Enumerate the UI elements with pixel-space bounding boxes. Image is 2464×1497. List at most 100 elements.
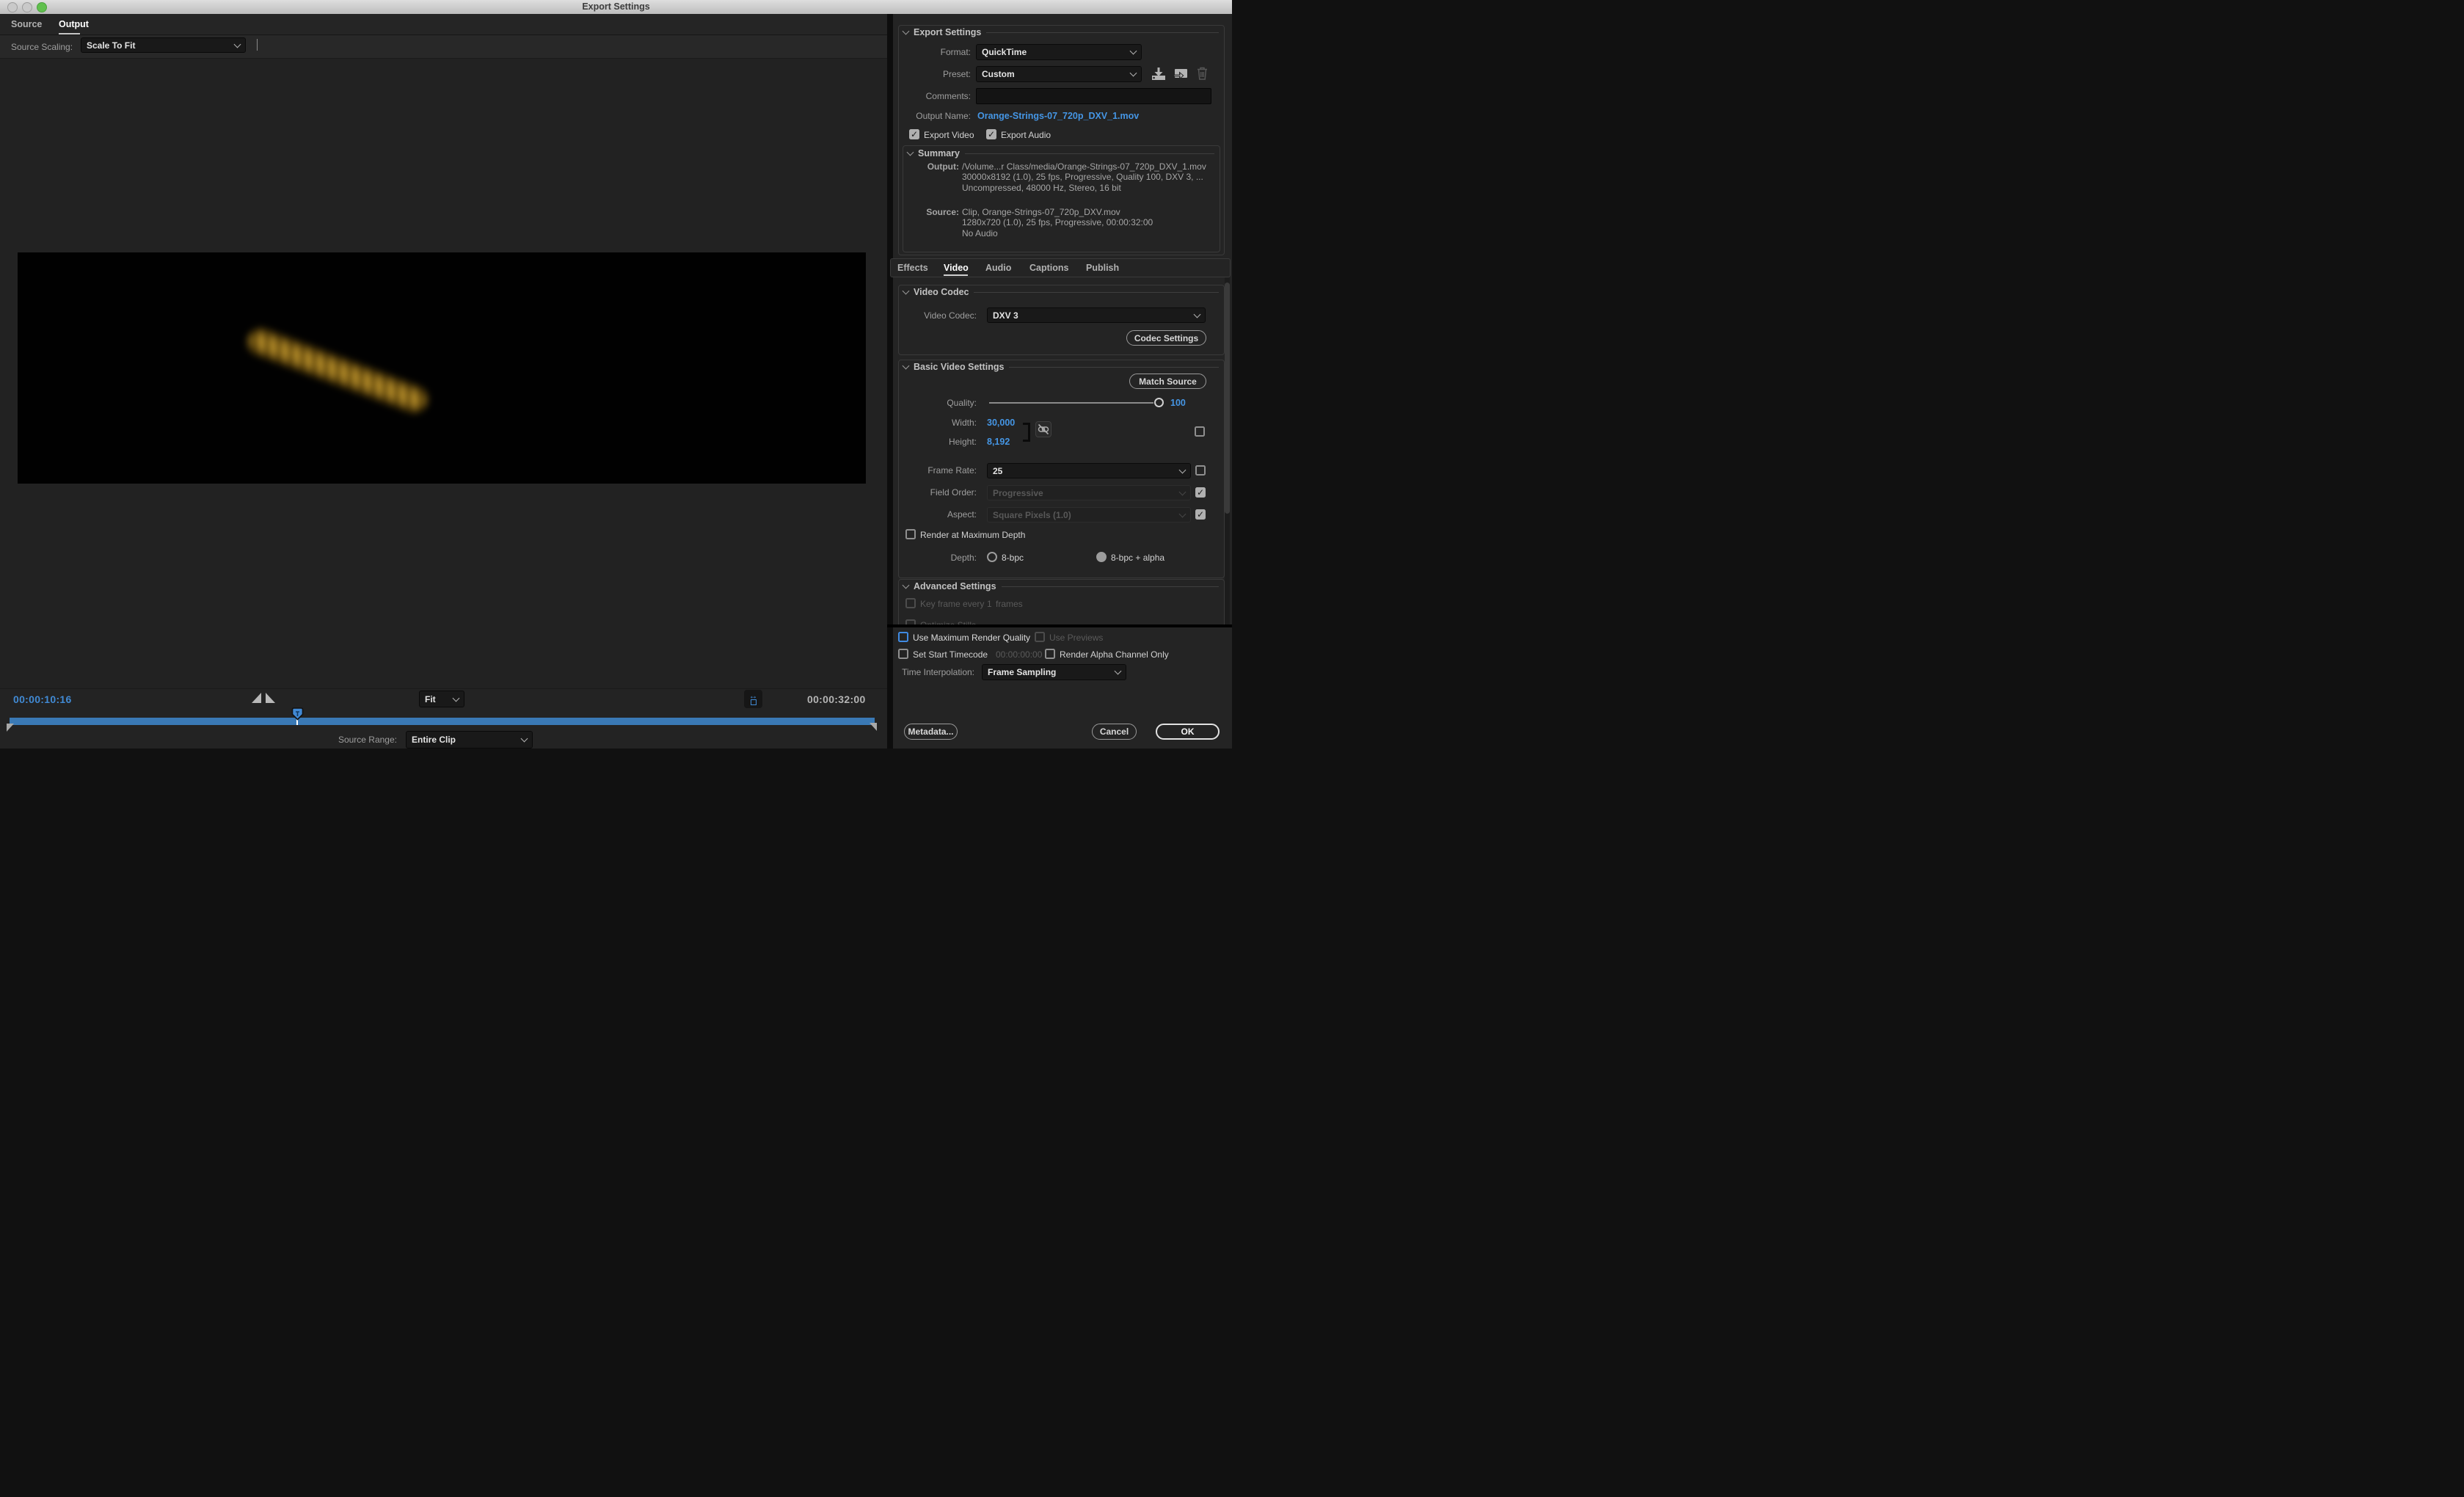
- dimension-link-bracket: [1023, 423, 1030, 442]
- export-audio-label: Export Audio: [1001, 130, 1051, 140]
- tab-publish[interactable]: Publish: [1086, 263, 1119, 273]
- metadata-button[interactable]: Metadata...: [904, 724, 958, 740]
- tab-audio[interactable]: Audio: [985, 263, 1011, 273]
- header-rule: [1002, 586, 1219, 587]
- source-range-select[interactable]: Entire Clip: [406, 731, 533, 748]
- preset-select[interactable]: Custom: [976, 66, 1142, 82]
- match-source-button[interactable]: Match Source: [1129, 374, 1206, 389]
- comments-input[interactable]: [976, 88, 1211, 104]
- tab-effects[interactable]: Effects: [897, 263, 928, 273]
- aspect-checkbox[interactable]: [1195, 509, 1206, 520]
- frame-rate-checkbox[interactable]: [1195, 465, 1206, 476]
- delete-preset-icon[interactable]: [1196, 66, 1209, 81]
- preset-label: Preset:: [898, 69, 971, 79]
- chevron-down-icon: [903, 288, 910, 295]
- video-codec-header[interactable]: Video Codec: [903, 287, 1219, 297]
- width-label: Width:: [900, 418, 977, 428]
- quality-label: Quality:: [900, 398, 977, 408]
- video-codec-select[interactable]: DXV 3: [987, 307, 1206, 323]
- frame-rate-select[interactable]: 25: [987, 463, 1191, 478]
- save-preset-icon[interactable]: [1151, 67, 1166, 81]
- field-order-checkbox[interactable]: [1195, 487, 1206, 498]
- time-interpolation-select[interactable]: Frame Sampling: [982, 664, 1126, 680]
- zoom-level-select[interactable]: Fit: [419, 691, 464, 707]
- tab-video[interactable]: Video: [944, 263, 969, 273]
- height-value[interactable]: 8,192: [987, 437, 1010, 447]
- header-rule: [986, 32, 1219, 33]
- scrollbar-thumb[interactable]: [1225, 283, 1230, 514]
- use-max-render-quality-checkbox[interactable]: [898, 632, 908, 642]
- use-previews-label: Use Previews: [1049, 633, 1103, 643]
- output-name-link[interactable]: Orange-Strings-07_720p_DXV_1.mov: [977, 111, 1139, 121]
- video-settings-scroll-area[interactable]: Video Codec Video Codec: DXV 3 Codec Set…: [893, 277, 1232, 624]
- set-out-point-icon[interactable]: [266, 693, 275, 703]
- ok-button[interactable]: OK: [1156, 724, 1220, 740]
- summary-header[interactable]: Summary: [908, 148, 1214, 159]
- dimensions-checkbox[interactable]: [1195, 426, 1205, 437]
- summary-output-line3: Uncompressed, 48000 Hz, Stereo, 16 bit: [962, 183, 1121, 194]
- format-select[interactable]: QuickTime: [976, 44, 1142, 60]
- summary-source-line2: 1280x720 (1.0), 25 fps, Progressive, 00:…: [962, 217, 1153, 228]
- tab-source[interactable]: Source: [11, 19, 42, 29]
- playhead-marker[interactable]: [291, 707, 304, 721]
- source-scaling-row: Source Scaling: Scale To Fit: [0, 35, 887, 59]
- cancel-button[interactable]: Cancel: [1092, 724, 1137, 740]
- format-value: QuickTime: [982, 47, 1027, 57]
- basic-video-settings-title: Basic Video Settings: [914, 362, 1004, 372]
- basic-video-settings-header[interactable]: Basic Video Settings: [903, 362, 1219, 372]
- keyframe-suffix: frames: [996, 599, 1023, 609]
- chevron-down-icon: [521, 735, 528, 743]
- width-value[interactable]: 30,000: [987, 418, 1015, 428]
- render-max-depth-checkbox[interactable]: [905, 529, 916, 539]
- panel-separator[interactable]: [887, 14, 893, 748]
- set-start-timecode-checkbox[interactable]: [898, 649, 908, 659]
- work-area-right-handle[interactable]: [870, 723, 877, 731]
- keyframe-value[interactable]: 1: [987, 599, 992, 609]
- field-order-value: Progressive: [993, 488, 1043, 498]
- quality-value[interactable]: 100: [1170, 398, 1186, 408]
- quality-slider-track[interactable]: [989, 402, 1153, 404]
- zoom-level-value: Fit: [425, 694, 436, 704]
- work-area-left-handle[interactable]: [7, 724, 14, 732]
- keyframe-checkbox[interactable]: [905, 598, 916, 608]
- source-range-value: Entire Clip: [412, 735, 456, 745]
- depth-8bpc-radio[interactable]: [987, 552, 997, 562]
- codec-settings-button[interactable]: Codec Settings: [1126, 330, 1206, 346]
- chevron-down-icon: [903, 363, 910, 370]
- duration-timecode: 00:00:32:00: [807, 693, 866, 705]
- render-alpha-checkbox[interactable]: [1045, 649, 1055, 659]
- set-in-point-icon[interactable]: [252, 693, 261, 703]
- unlink-dimensions-button[interactable]: [1035, 421, 1051, 437]
- tab-captions[interactable]: Captions: [1029, 263, 1068, 273]
- import-preset-icon[interactable]: [1173, 67, 1188, 81]
- start-timecode-value[interactable]: 00:00:00:00: [996, 649, 1042, 660]
- output-name-label: Output Name:: [898, 111, 971, 121]
- active-tab-underline: [59, 33, 80, 34]
- source-scaling-value: Scale To Fit: [87, 40, 135, 51]
- advanced-settings-header[interactable]: Advanced Settings: [903, 581, 1219, 591]
- export-audio-checkbox[interactable]: [986, 129, 996, 139]
- chevron-down-icon: [903, 28, 910, 35]
- text-cursor: [257, 39, 258, 51]
- export-settings-panel: Export Settings Format: QuickTime Preset…: [893, 14, 1232, 748]
- active-tab-underline: [944, 274, 968, 276]
- frame-rate-label: Frame Rate:: [900, 465, 977, 476]
- chevron-down-icon: [1179, 488, 1187, 495]
- aspect-ratio-correction-button[interactable]: ↔: [744, 690, 762, 708]
- source-scaling-select[interactable]: Scale To Fit: [81, 37, 246, 53]
- clipped-checkbox[interactable]: [905, 619, 916, 624]
- set-start-timecode-label: Set Start Timecode: [913, 649, 988, 660]
- aspect-select: Square Pixels (1.0): [987, 507, 1191, 522]
- export-settings-header[interactable]: Export Settings: [903, 27, 1219, 37]
- depth-8bpc-alpha-radio[interactable]: [1096, 552, 1107, 562]
- export-video-checkbox[interactable]: [909, 129, 919, 139]
- time-interpolation-label: Time Interpolation:: [893, 667, 974, 677]
- use-previews-checkbox[interactable]: [1035, 632, 1045, 642]
- current-timecode[interactable]: 00:00:10:16: [13, 693, 72, 705]
- frame-rate-value: 25: [993, 466, 1002, 476]
- quality-slider-handle[interactable]: [1154, 398, 1164, 407]
- summary-source-line1: Clip, Orange-Strings-07_720p_DXV.mov: [962, 207, 1120, 218]
- tab-output[interactable]: Output: [59, 19, 89, 29]
- timeline-scrubber[interactable]: [10, 718, 875, 725]
- codec-settings-label: Codec Settings: [1134, 333, 1198, 343]
